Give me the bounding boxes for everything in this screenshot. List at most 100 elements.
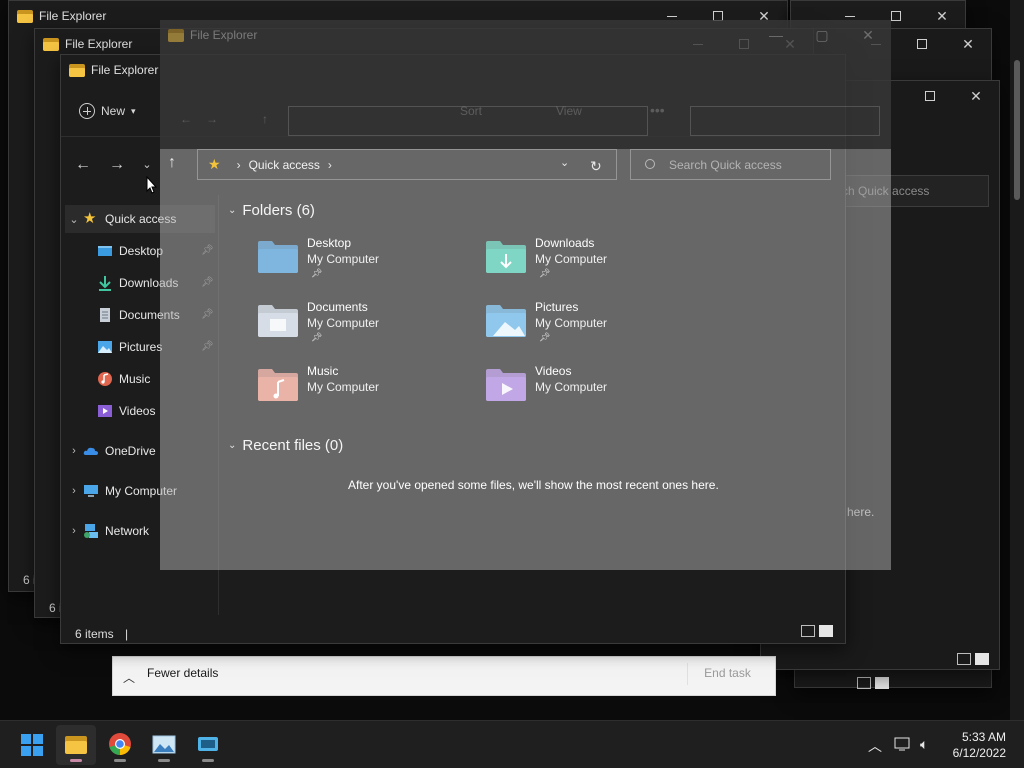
back-arrow-icon[interactable]: ← (180, 112, 192, 126)
search-placeholder: Search Quick access (669, 158, 782, 172)
folder-tile-music[interactable]: Music My Computer (257, 364, 467, 420)
volume-icon[interactable]: 🔈︎ (920, 736, 928, 753)
sidebar-item-label: Music (119, 372, 151, 386)
details-view-icon[interactable] (957, 653, 971, 665)
maximize-button[interactable] (899, 29, 945, 59)
close-button[interactable]: ✕ (919, 1, 965, 31)
close-button[interactable]: ✕ (945, 29, 991, 59)
folder-name: Downloads (535, 236, 595, 250)
downloads-folder-icon (485, 240, 527, 274)
search-input[interactable] (690, 106, 880, 136)
fewer-details-button[interactable]: Fewer details (147, 666, 218, 680)
start-button[interactable] (12, 725, 52, 765)
chevron-right-icon[interactable]: › (65, 525, 83, 537)
folder-tile-pictures[interactable]: Pictures My Computer 📌︎ (485, 300, 695, 356)
chevron-right-icon[interactable]: › (65, 445, 83, 457)
folders-section-header[interactable]: ⌄ Folders (6) (228, 202, 315, 219)
clock[interactable]: 5:33 AM 6/12/2022 (953, 729, 1006, 761)
star-icon: ★ (208, 156, 221, 172)
pin-icon: 📌︎ (311, 268, 323, 278)
back-arrow-icon[interactable]: ← (71, 153, 95, 177)
new-button[interactable]: New ▾ (79, 103, 136, 119)
desktop-icon (97, 243, 113, 259)
window-title: File Explorer (190, 28, 258, 42)
view-toggle[interactable] (857, 677, 889, 689)
pictures-icon (97, 339, 113, 355)
sidebar-item-desktop[interactable]: Desktop (97, 237, 163, 265)
taskbar-remote-desktop[interactable] (188, 725, 228, 765)
running-indicator (114, 759, 126, 762)
refresh-icon[interactable]: ↻ (590, 158, 602, 175)
sidebar-item-videos[interactable]: Videos (97, 397, 155, 425)
more-options-icon[interactable]: ••• (650, 102, 665, 118)
chevron-up-icon[interactable]: ︿ (123, 669, 135, 686)
file-explorer-window-fading[interactable]: File Explorer — ▢ ✕ ← → ↑ Sort View ••• … (160, 20, 891, 570)
minimize-button[interactable]: — (753, 20, 799, 50)
recent-empty-message: After you've opened some files, we'll sh… (348, 478, 719, 492)
desktop-folder-icon (257, 240, 299, 274)
address-bar[interactable] (288, 106, 648, 136)
sidebar-item-label: Pictures (119, 340, 163, 354)
running-indicator (158, 759, 170, 762)
pin-icon: 📌︎ (539, 332, 551, 342)
taskbar-file-explorer[interactable] (56, 725, 96, 765)
recent-locations-chevron-icon[interactable]: ⌄ (135, 153, 159, 177)
folder-location: My Computer (307, 252, 380, 266)
title-bar[interactable]: File Explorer — ▢ ✕ (160, 20, 891, 50)
scrollbar[interactable] (1010, 0, 1024, 720)
forward-arrow-icon[interactable]: → (206, 112, 218, 126)
view-toggle[interactable] (801, 625, 833, 637)
pin-icon: 📌︎ (311, 332, 323, 342)
show-hidden-icons-chevron-icon[interactable]: ︿ (868, 736, 882, 756)
scrollbar-thumb[interactable] (1014, 60, 1020, 200)
folder-icon (17, 9, 33, 23)
chevron-down-icon[interactable]: ⌄ (65, 213, 83, 226)
search-input[interactable]: Search Quick access (630, 149, 831, 180)
sidebar-item-label: Network (105, 524, 150, 538)
breadcrumb-quick-access[interactable]: Quick access (249, 158, 320, 172)
taskbar-photos[interactable] (144, 725, 184, 765)
tiles-view-icon[interactable] (875, 677, 889, 689)
sidebar-item-network[interactable]: › Network (65, 517, 149, 545)
folder-tile-downloads[interactable]: Downloads My Computer 📌︎ (485, 236, 695, 292)
taskbar-chrome[interactable] (100, 725, 140, 765)
address-bar[interactable]: ★ › Quick access › (197, 149, 617, 180)
folder-tile-documents[interactable]: Documents My Computer 📌︎ (257, 300, 467, 356)
end-task-button[interactable]: End task (687, 663, 767, 685)
window-title: File Explorer (91, 63, 159, 77)
pictures-folder-icon (485, 304, 527, 338)
folder-name: Pictures (535, 300, 579, 314)
window-title: File Explorer (39, 9, 107, 23)
chevron-down-icon[interactable]: ⌄ (228, 440, 236, 451)
sidebar-item-onedrive[interactable]: › OneDrive (65, 437, 156, 465)
music-folder-icon (257, 368, 299, 402)
tiles-view-icon[interactable] (819, 625, 833, 637)
sidebar-item-music[interactable]: Music (97, 365, 150, 393)
view-toggle[interactable] (957, 653, 989, 665)
maximize-button[interactable]: ▢ (799, 20, 845, 50)
recent-section-header[interactable]: ⌄ Recent files (0) (228, 437, 343, 454)
chevron-down-icon[interactable]: ⌄ (228, 205, 236, 216)
breadcrumb-separator-icon: › (236, 157, 241, 172)
up-arrow-icon[interactable]: ↑ (262, 112, 268, 126)
up-arrow-icon[interactable]: ↑ (168, 154, 176, 172)
maximize-button[interactable] (907, 81, 953, 111)
text-cursor: | (125, 627, 129, 641)
folder-tile-desktop[interactable]: Desktop My Computer 📌︎ (257, 236, 467, 292)
folder-tile-videos[interactable]: Videos My Computer (485, 364, 695, 420)
sidebar-item-label: OneDrive (105, 444, 156, 458)
forward-arrow-icon[interactable]: → (105, 153, 129, 177)
chevron-right-icon[interactable]: › (65, 485, 83, 497)
tiles-view-icon[interactable] (975, 653, 989, 665)
folder-location: My Computer (307, 316, 380, 330)
breadcrumb-separator-icon: › (327, 157, 332, 172)
close-button[interactable]: ✕ (845, 20, 891, 50)
details-view-icon[interactable] (857, 677, 871, 689)
sidebar-item-pictures[interactable]: Pictures (97, 333, 162, 361)
details-view-icon[interactable] (801, 625, 815, 637)
folder-icon (168, 28, 184, 42)
network-status-icon[interactable] (894, 736, 912, 755)
close-button[interactable]: ✕ (953, 81, 999, 111)
chevron-down-icon[interactable]: ⌄ (560, 156, 569, 169)
network-icon (83, 523, 99, 539)
